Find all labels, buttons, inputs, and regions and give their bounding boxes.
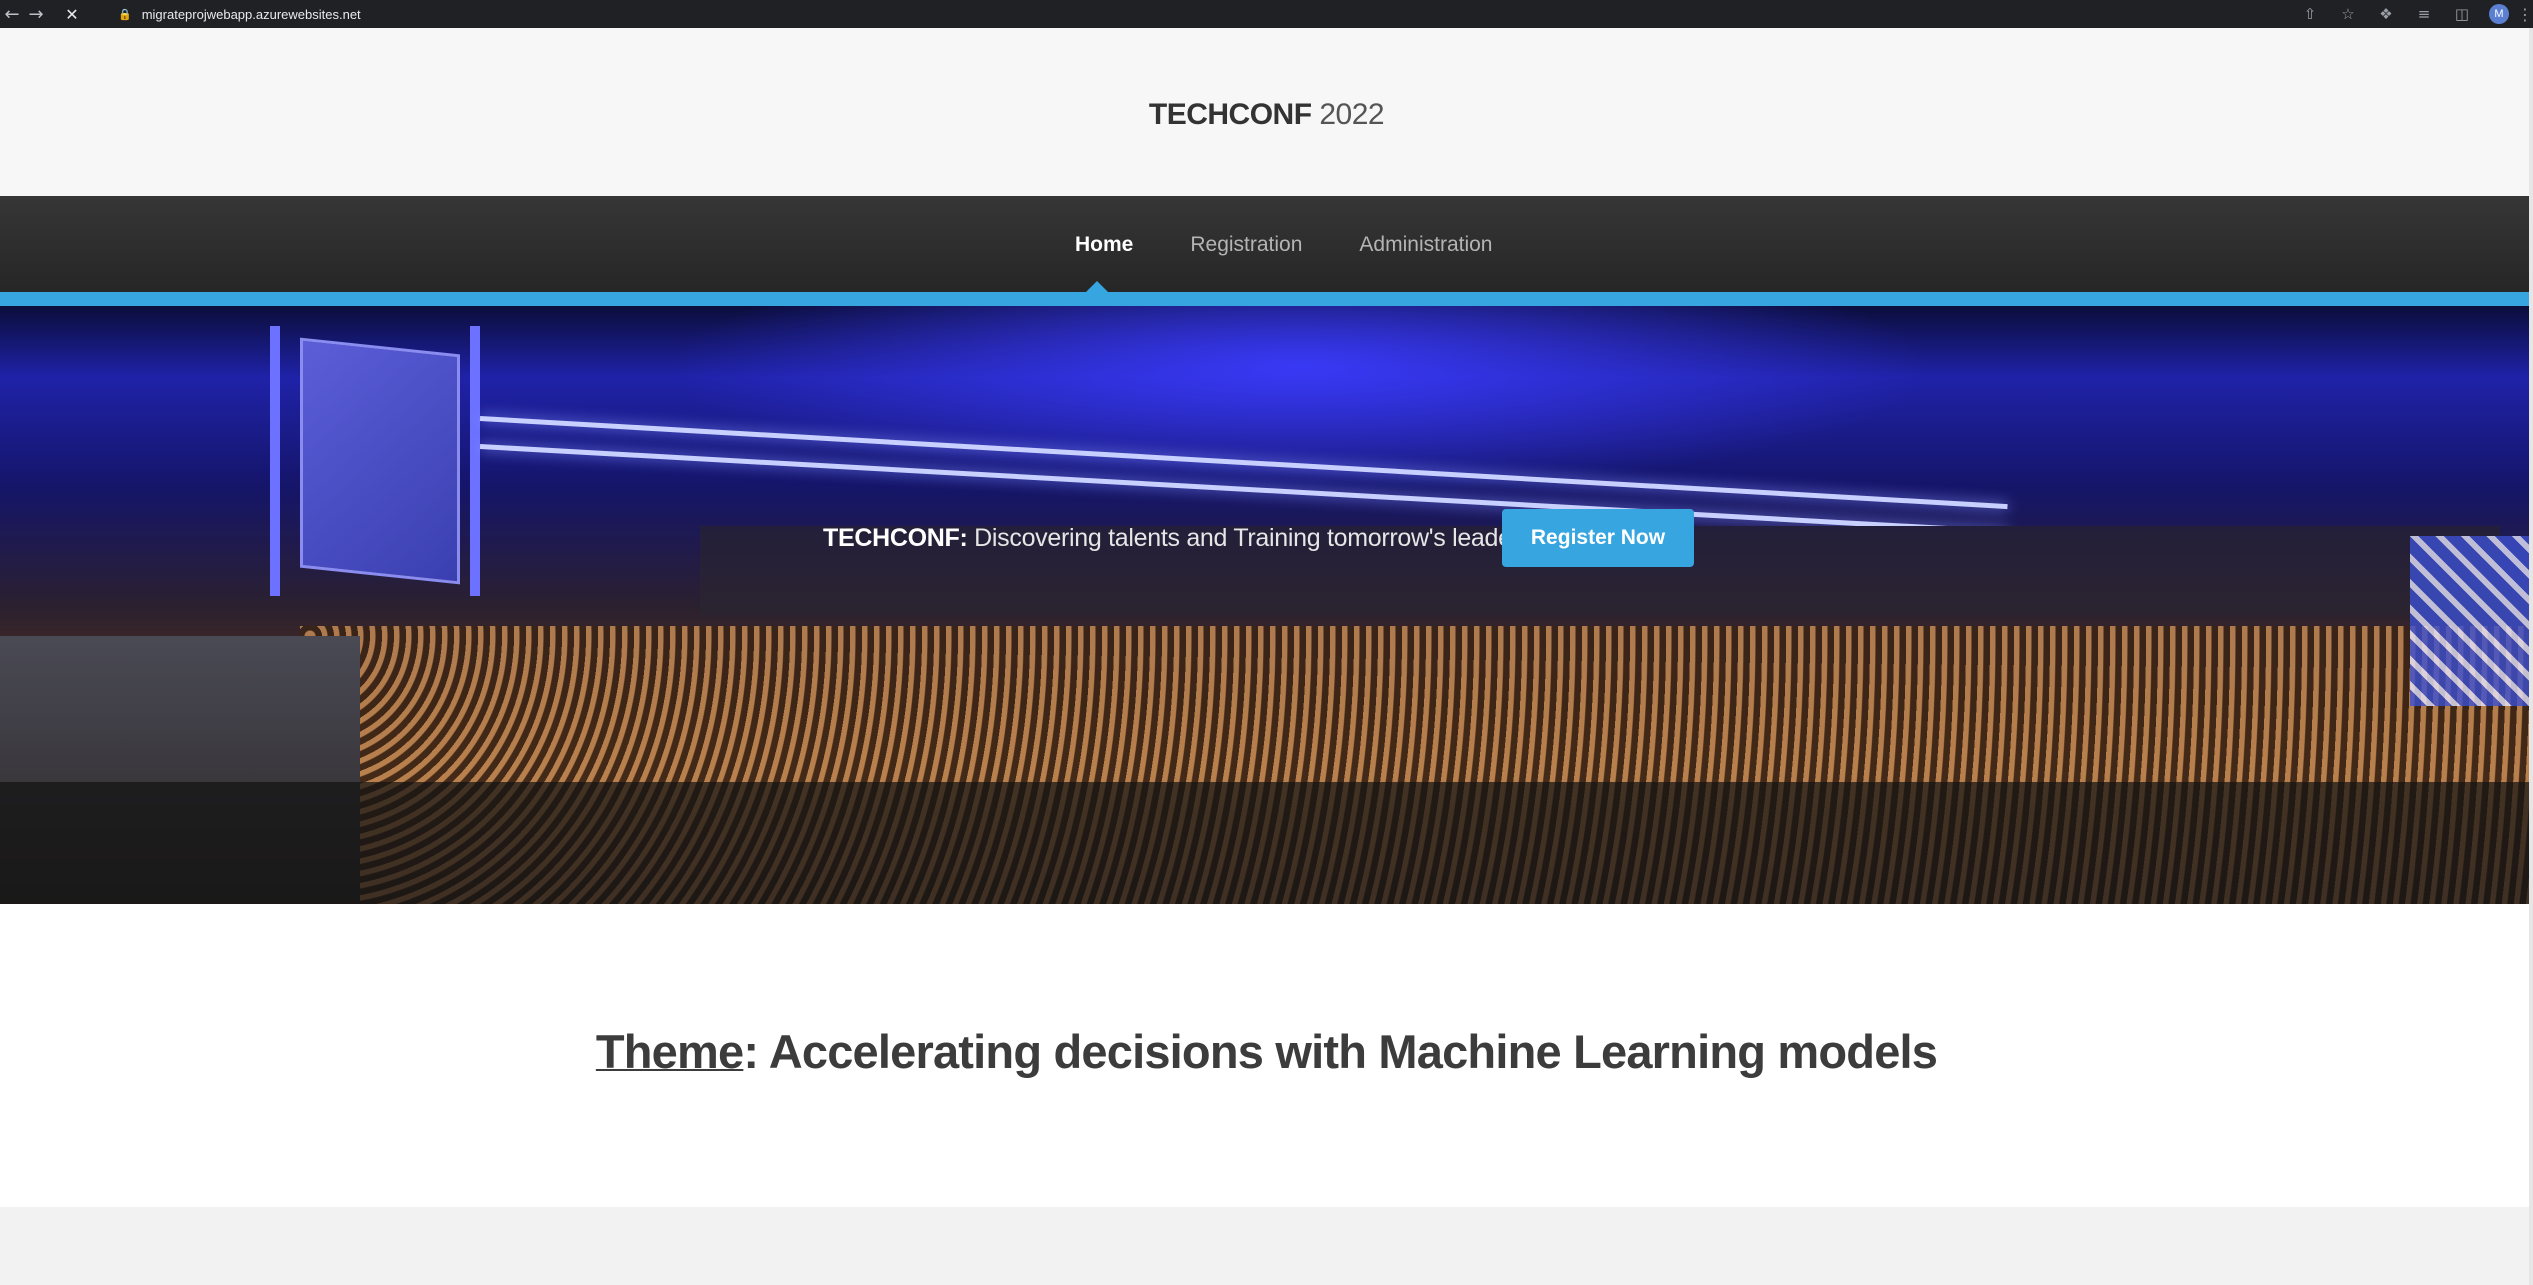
hero-tagline-brand: TECHCONF: [823, 524, 968, 552]
theme-label-link[interactable]: Theme [596, 1025, 744, 1078]
bookmark-star-icon[interactable]: ☆ [2329, 0, 2367, 28]
nav-item-registration[interactable]: Registration [1190, 233, 1302, 257]
hero-light-beam [479, 416, 2008, 510]
nav-item-administration[interactable]: Administration [1359, 233, 1492, 257]
hero-tagline-text: Discovering talents and Training tomorro… [967, 524, 1532, 552]
reading-list-icon[interactable]: ≡ [2405, 0, 2443, 28]
lock-icon: 🔒 [118, 7, 132, 21]
site-header: TECHCONF 2022 [0, 28, 2533, 196]
site-title[interactable]: TECHCONF 2022 [0, 98, 2533, 132]
register-now-button[interactable]: Register Now [1502, 509, 1694, 567]
profile-avatar[interactable]: M [2489, 4, 2509, 24]
main-nav: Home Registration Administration [0, 196, 2533, 293]
hero-caption-band [0, 782, 2533, 904]
site-brand: TECHCONF [1148, 98, 1312, 131]
theme-heading: Theme: Accelerating decisions with Machi… [0, 1024, 2533, 1079]
hero-tagline: TECHCONF: Discovering talents and Traini… [823, 524, 1532, 553]
theme-text: : Accelerating decisions with Machine Le… [743, 1025, 1938, 1078]
hero-banner [0, 306, 2533, 904]
hero-light-pillar [270, 326, 280, 596]
stop-loading-icon[interactable]: ✕ [60, 0, 84, 28]
forward-arrow-icon[interactable]: → [24, 0, 48, 28]
active-nav-caret-icon [1086, 281, 1108, 292]
back-arrow-icon[interactable]: ← [0, 0, 24, 28]
theme-section: Theme: Accelerating decisions with Machi… [0, 904, 2533, 1207]
address-bar[interactable]: 🔒 migrateprojwebapp.azurewebsites.net [112, 3, 2292, 25]
hero-stage-screen [300, 337, 460, 585]
site-year: 2022 [1319, 98, 1385, 131]
browser-actions: ⇧ ☆ ❖ ≡ ◫ M ⋮ [2291, 0, 2533, 28]
footer-area [0, 1207, 2533, 1285]
hero-light-beam [479, 444, 2008, 535]
browser-toolbar: ← → ✕ 🔒 migrateprojwebapp.azurewebsites.… [0, 0, 2533, 28]
browser-menu-icon[interactable]: ⋮ [2517, 5, 2533, 24]
share-icon[interactable]: ⇧ [2291, 0, 2329, 28]
extensions-icon[interactable]: ❖ [2367, 0, 2405, 28]
page-scrollbar[interactable] [2529, 28, 2533, 1285]
side-panel-icon[interactable]: ◫ [2443, 0, 2481, 28]
hero-light-pillar [470, 326, 480, 596]
nav-links: Home Registration Administration [1075, 196, 1549, 293]
url-text: migrateprojwebapp.azurewebsites.net [141, 6, 361, 22]
hero-side-panel [2410, 536, 2533, 706]
nav-accent-bar [0, 292, 2533, 306]
nav-item-home[interactable]: Home [1075, 233, 1133, 257]
